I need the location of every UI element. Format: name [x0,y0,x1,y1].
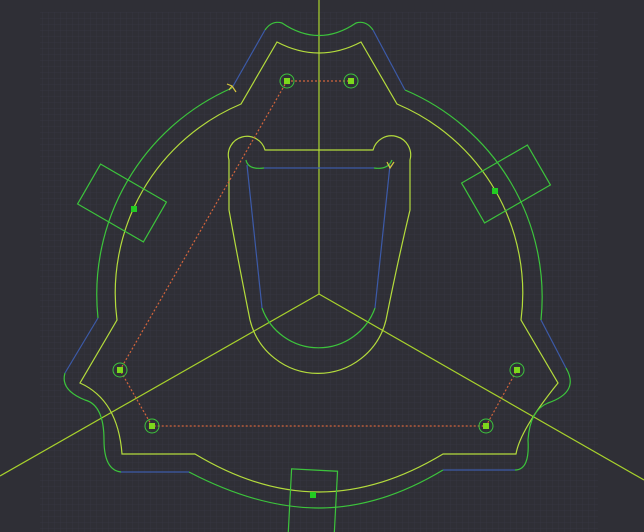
sketch-canvas[interactable] [0,0,644,532]
sketch-drawing[interactable] [0,0,644,532]
